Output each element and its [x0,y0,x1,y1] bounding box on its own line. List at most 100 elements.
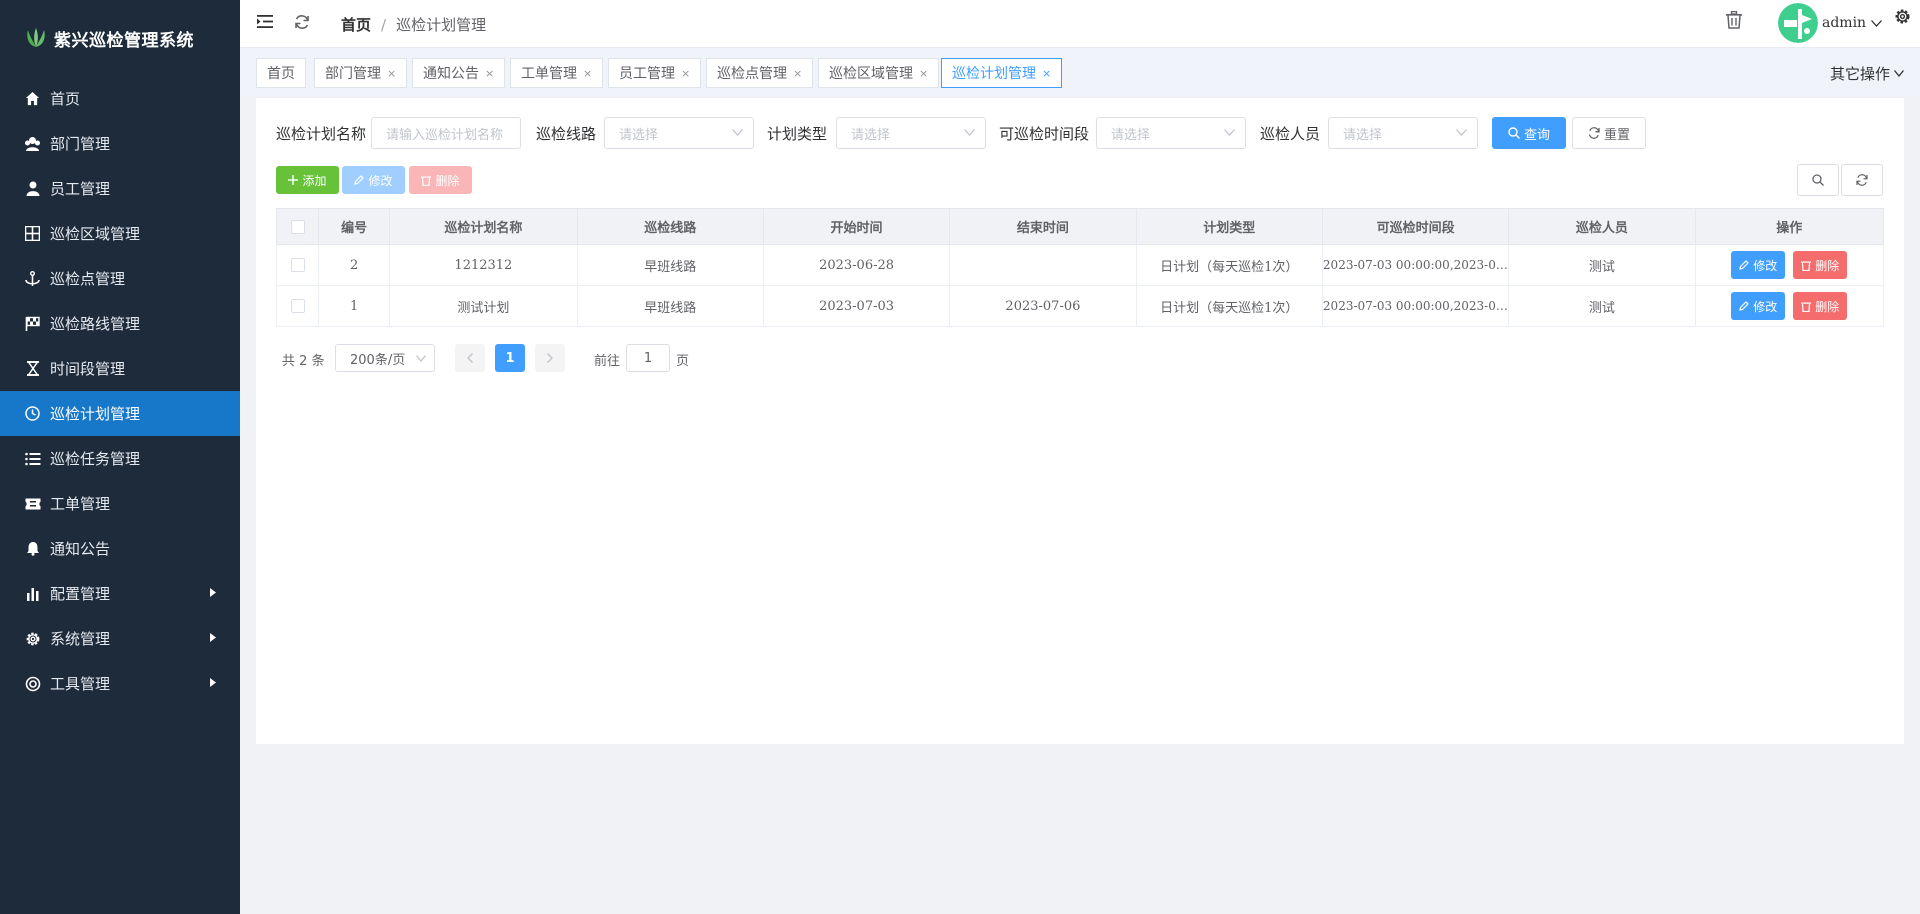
tab-plan[interactable]: 巡检计划管理 × [941,58,1063,88]
table-search-toggle[interactable] [1797,164,1839,196]
row-edit-button[interactable]: 修改 [1731,251,1786,279]
goto-page-input[interactable]: 1 [626,344,670,372]
page-number-label: 1 [505,350,515,366]
chevron-down-icon [1894,70,1904,77]
sidebar-item-home[interactable]: 首页 [0,76,240,121]
table-refresh-button[interactable] [1841,164,1883,196]
sidebar-item-config[interactable]: 配置管理 [0,571,240,616]
refresh-icon[interactable] [294,14,310,30]
select-all-checkbox[interactable] [290,219,305,234]
tab-close-icon[interactable]: × [583,67,592,80]
sidebar-item-system[interactable]: 系统管理 [0,616,240,661]
tab-notice[interactable]: 通知公告 × [412,58,506,88]
reset-icon [1588,127,1600,139]
list-icon [24,450,41,467]
page-size-select[interactable]: 200条/页 [335,344,435,372]
prev-page-button[interactable] [455,344,485,372]
row-checkbox[interactable] [290,299,305,313]
tab-label: 巡检计划管理 [952,66,1036,82]
tab-point[interactable]: 巡检点管理 × [706,58,814,88]
reset-button[interactable]: 重置 [1572,117,1646,149]
tab-close-icon[interactable]: × [387,67,396,80]
anchor-icon [24,270,41,287]
sidebar-item-notice[interactable]: 通知公告 [0,526,240,571]
row-select-cell[interactable] [275,285,320,327]
tab-label: 首页 [267,66,295,82]
sidebar-item-point[interactable]: 巡检点管理 [0,256,240,301]
department-icon [24,135,41,152]
avatar[interactable] [1778,3,1818,43]
sidebar-item-route[interactable]: 巡检路线管理 [0,301,240,346]
chevron-down-icon[interactable] [1871,20,1882,27]
sidebar-item-label: 工单管理 [50,495,111,513]
username[interactable]: admin [1822,15,1866,31]
menu-fold-icon[interactable] [257,14,274,29]
page-size-value: 200条/页 [350,352,406,368]
tab-label: 通知公告 [423,66,479,82]
column-header: 计划类型 [1135,208,1323,245]
chevron-down-icon [1456,129,1467,136]
sidebar-item-area[interactable]: 巡检区域管理 [0,211,240,256]
delete-icon [421,175,432,186]
tab-label: 工单管理 [521,66,577,82]
row-select-cell[interactable] [275,244,320,286]
sidebar-item-label: 巡检任务管理 [50,450,141,468]
tab-close-icon[interactable]: × [485,67,494,80]
row-delete-button[interactable]: 删除 [1793,292,1848,320]
route-select[interactable]: 请选择 [604,117,754,149]
sidebar-item-label: 工具管理 [50,675,111,693]
tab-area[interactable]: 巡检区域管理 × [818,58,940,88]
column-header: 可巡检时间段 [1321,208,1510,245]
sidebar-item-workorder[interactable]: 工单管理 [0,481,240,526]
sidebar-item-timeslot[interactable]: 时间段管理 [0,346,240,391]
brand[interactable]: 紫兴巡检管理系统 [0,0,240,76]
tab-home[interactable]: 首页 [256,58,306,88]
sidebar-item-plan[interactable]: 巡检计划管理 [0,391,240,436]
row-checkbox[interactable] [290,258,305,272]
page-unit-label: 页 [676,354,690,369]
search-button[interactable]: 查询 [1492,117,1566,149]
tab-close-icon[interactable]: × [919,67,928,80]
other-operations-dropdown[interactable]: 其它操作 [1830,63,1904,84]
top-header: 首页 / 巡检计划管理 admin [240,0,1920,48]
sidebar-item-department[interactable]: 部门管理 [0,121,240,166]
settings-gear-icon[interactable] [1894,8,1911,25]
table-row: 2 1212312 早班线路 2023-06-28 日计划（每天巡检1次） 20… [275,244,1885,286]
period-select[interactable]: 请选择 [1096,117,1246,149]
cell-person: 测试 [1508,244,1696,286]
tab-workorder[interactable]: 工单管理 × [510,58,604,88]
delete-button[interactable]: 删除 [409,166,472,194]
row-delete-button[interactable]: 删除 [1793,251,1848,279]
sidebar-item-label: 首页 [50,90,81,108]
sidebar-item-employee[interactable]: 员工管理 [0,166,240,211]
sidebar-item-task[interactable]: 巡检任务管理 [0,436,240,481]
page-number-current[interactable]: 1 [495,344,525,372]
tab-department[interactable]: 部门管理 × [314,58,408,88]
user-icon [24,180,41,197]
goto-page-value: 1 [643,350,653,366]
tab-close-icon[interactable]: × [793,67,802,80]
breadcrumb-separator: / [381,15,387,34]
edit-icon [1739,301,1750,311]
refresh-icon [1856,174,1868,186]
trash-icon[interactable] [1726,11,1742,29]
cell-person: 测试 [1508,285,1696,327]
plan-name-input[interactable]: 请输入巡检计划名称 [371,117,521,149]
row-edit-label: 修改 [1753,299,1778,314]
row-edit-button[interactable]: 修改 [1731,292,1786,320]
inspector-select[interactable]: 请选择 [1328,117,1478,149]
breadcrumb-current: 巡检计划管理 [396,16,487,34]
select-all-cell[interactable] [275,208,320,245]
tab-close-icon[interactable]: × [681,67,690,80]
edit-button[interactable]: 修改 [342,166,405,194]
logo-icon [24,27,48,49]
sidebar-item-tools[interactable]: 工具管理 [0,661,240,706]
next-page-button[interactable] [535,344,565,372]
tab-employee[interactable]: 员工管理 × [608,58,702,88]
plan-type-select[interactable]: 请选择 [836,117,986,149]
add-button[interactable]: 添加 [276,166,339,194]
cell-end: 2023-07-06 [949,285,1137,327]
cell-actions: 修改 删除 [1694,244,1885,286]
breadcrumb-home[interactable]: 首页 [341,14,371,35]
tab-close-icon[interactable]: × [1042,67,1051,80]
